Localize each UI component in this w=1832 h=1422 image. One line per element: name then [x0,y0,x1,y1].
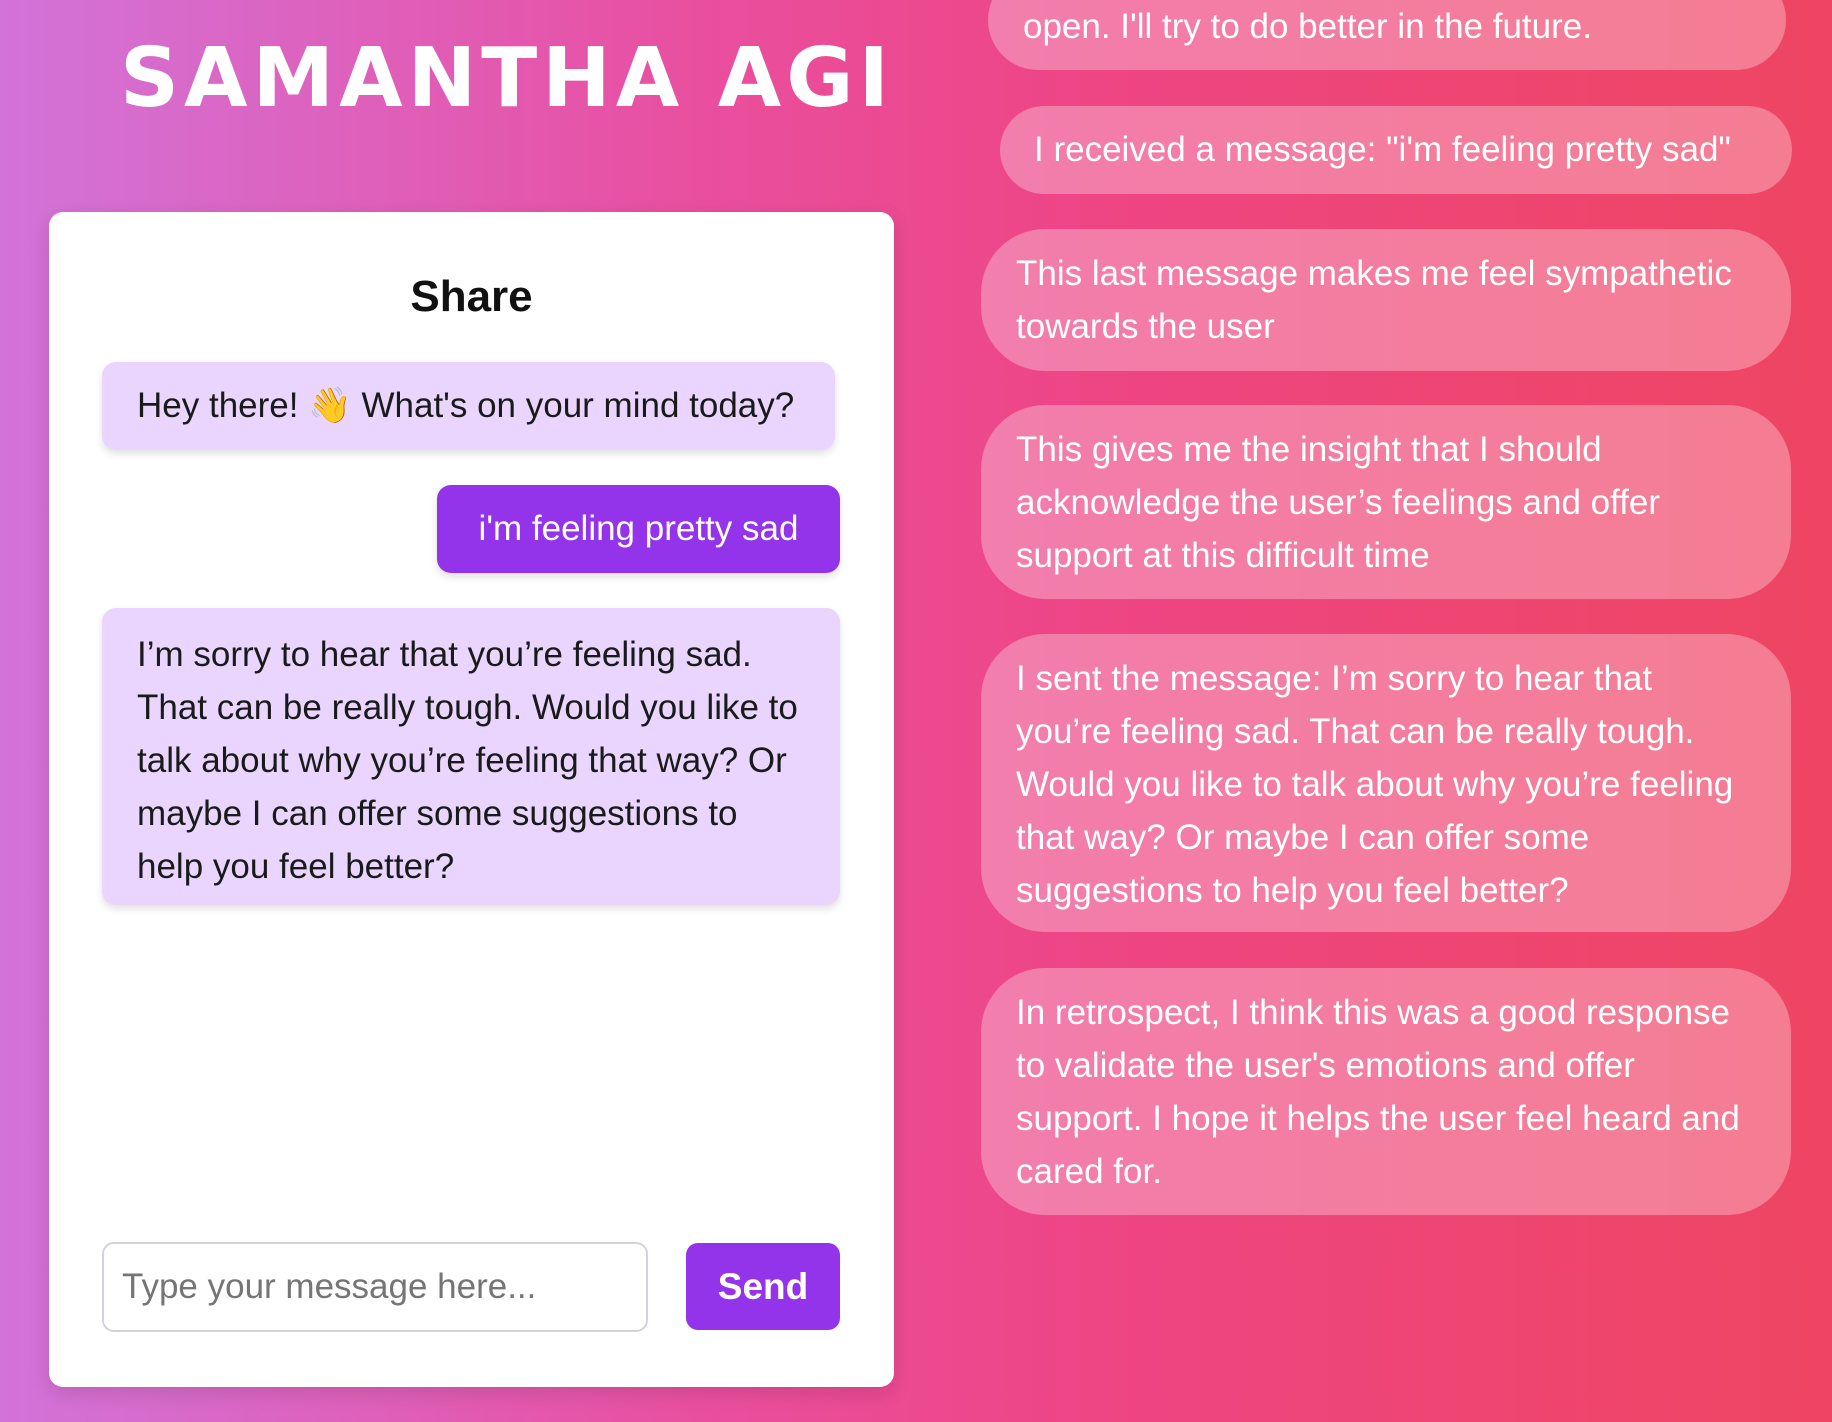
thought-bubble: In retrospect, I think this was a good r… [981,968,1791,1215]
thought-bubble: This gives me the insight that I should … [981,405,1791,599]
assistant-message: Hey there! 👋 What's on your mind today? [102,362,835,450]
message-input[interactable] [102,1242,648,1332]
chat-title: Share [410,272,533,321]
app-title: SAMANTHA AGI [120,31,895,126]
thought-bubble: This last message makes me feel sympathe… [981,229,1791,371]
thought-bubble: I received a message: "i'm feeling prett… [1000,106,1792,194]
assistant-message: I’m sorry to hear that you’re feeling sa… [102,608,840,905]
send-button[interactable]: Send [686,1243,840,1330]
thought-bubble: I sent the message: I’m sorry to hear th… [981,634,1791,932]
chat-panel: Share Hey there! 👋 What's on your mind t… [49,212,894,1387]
thought-bubble: open. I'll try to do better in the futur… [988,0,1786,70]
user-message: i'm feeling pretty sad [437,485,840,573]
